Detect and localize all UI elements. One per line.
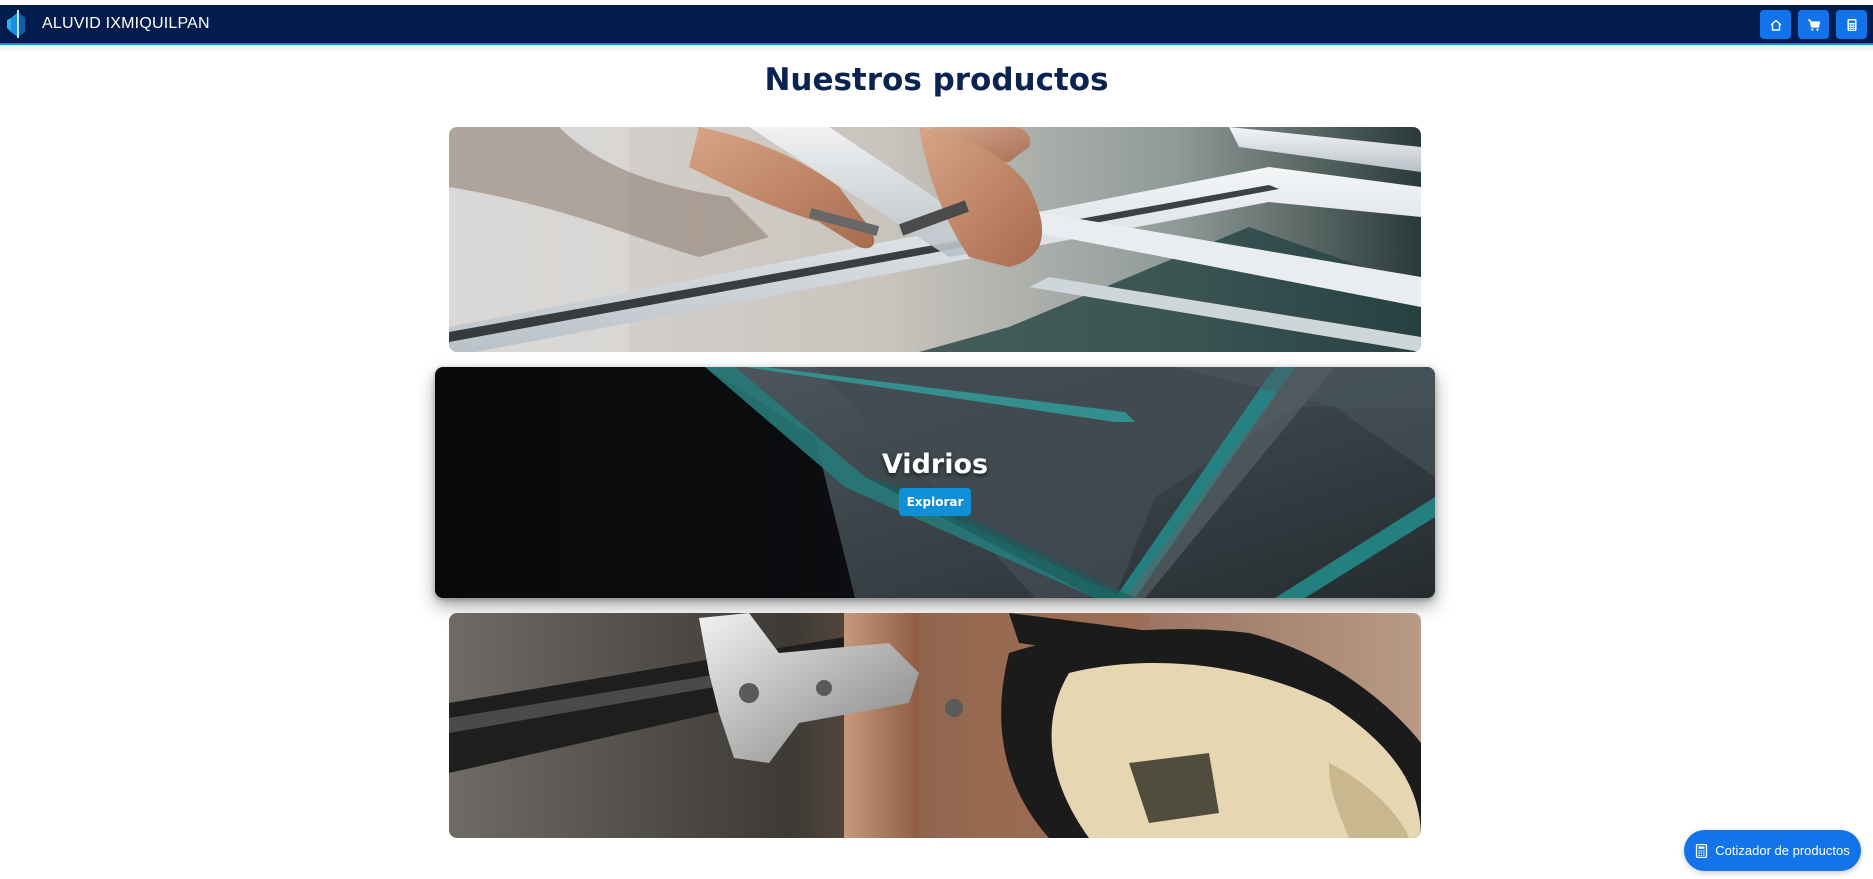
home-icon — [1770, 19, 1781, 31]
calculator-icon — [1696, 843, 1708, 858]
brand-link[interactable]: ALUVID IXMIQUILPAN — [0, 5, 210, 43]
cart-icon — [1807, 18, 1820, 31]
aluminum-frame-photo — [449, 127, 1421, 352]
navbar-shadow — [0, 45, 1873, 53]
explore-button[interactable]: Explorar — [898, 488, 972, 516]
calculator-button[interactable] — [1836, 10, 1867, 39]
product-quote-button[interactable]: Cotizador de productos — [1684, 830, 1861, 871]
cart-button[interactable] — [1798, 10, 1829, 39]
aluvid-logo — [7, 10, 25, 38]
navbar: ALUVID IXMIQUILPAN — [0, 5, 1873, 45]
calculator-icon — [1847, 18, 1856, 31]
category-card-aluminum[interactable] — [449, 127, 1421, 352]
card-overlay: Vidrios Explorar — [435, 367, 1435, 598]
card-title: Vidrios — [881, 449, 989, 480]
brand-name: ALUVID IXMIQUILPAN — [42, 15, 210, 32]
product-quote-label: Cotizador de productos — [1715, 843, 1850, 858]
category-card-hardware[interactable] — [449, 613, 1421, 838]
nav-actions — [1760, 10, 1867, 39]
home-button[interactable] — [1760, 10, 1791, 39]
cabinet-hinge-photo — [449, 613, 1421, 838]
page-title: Nuestros productos — [764, 62, 1109, 98]
category-card-vidrios[interactable]: Vidrios Explorar — [435, 367, 1435, 598]
